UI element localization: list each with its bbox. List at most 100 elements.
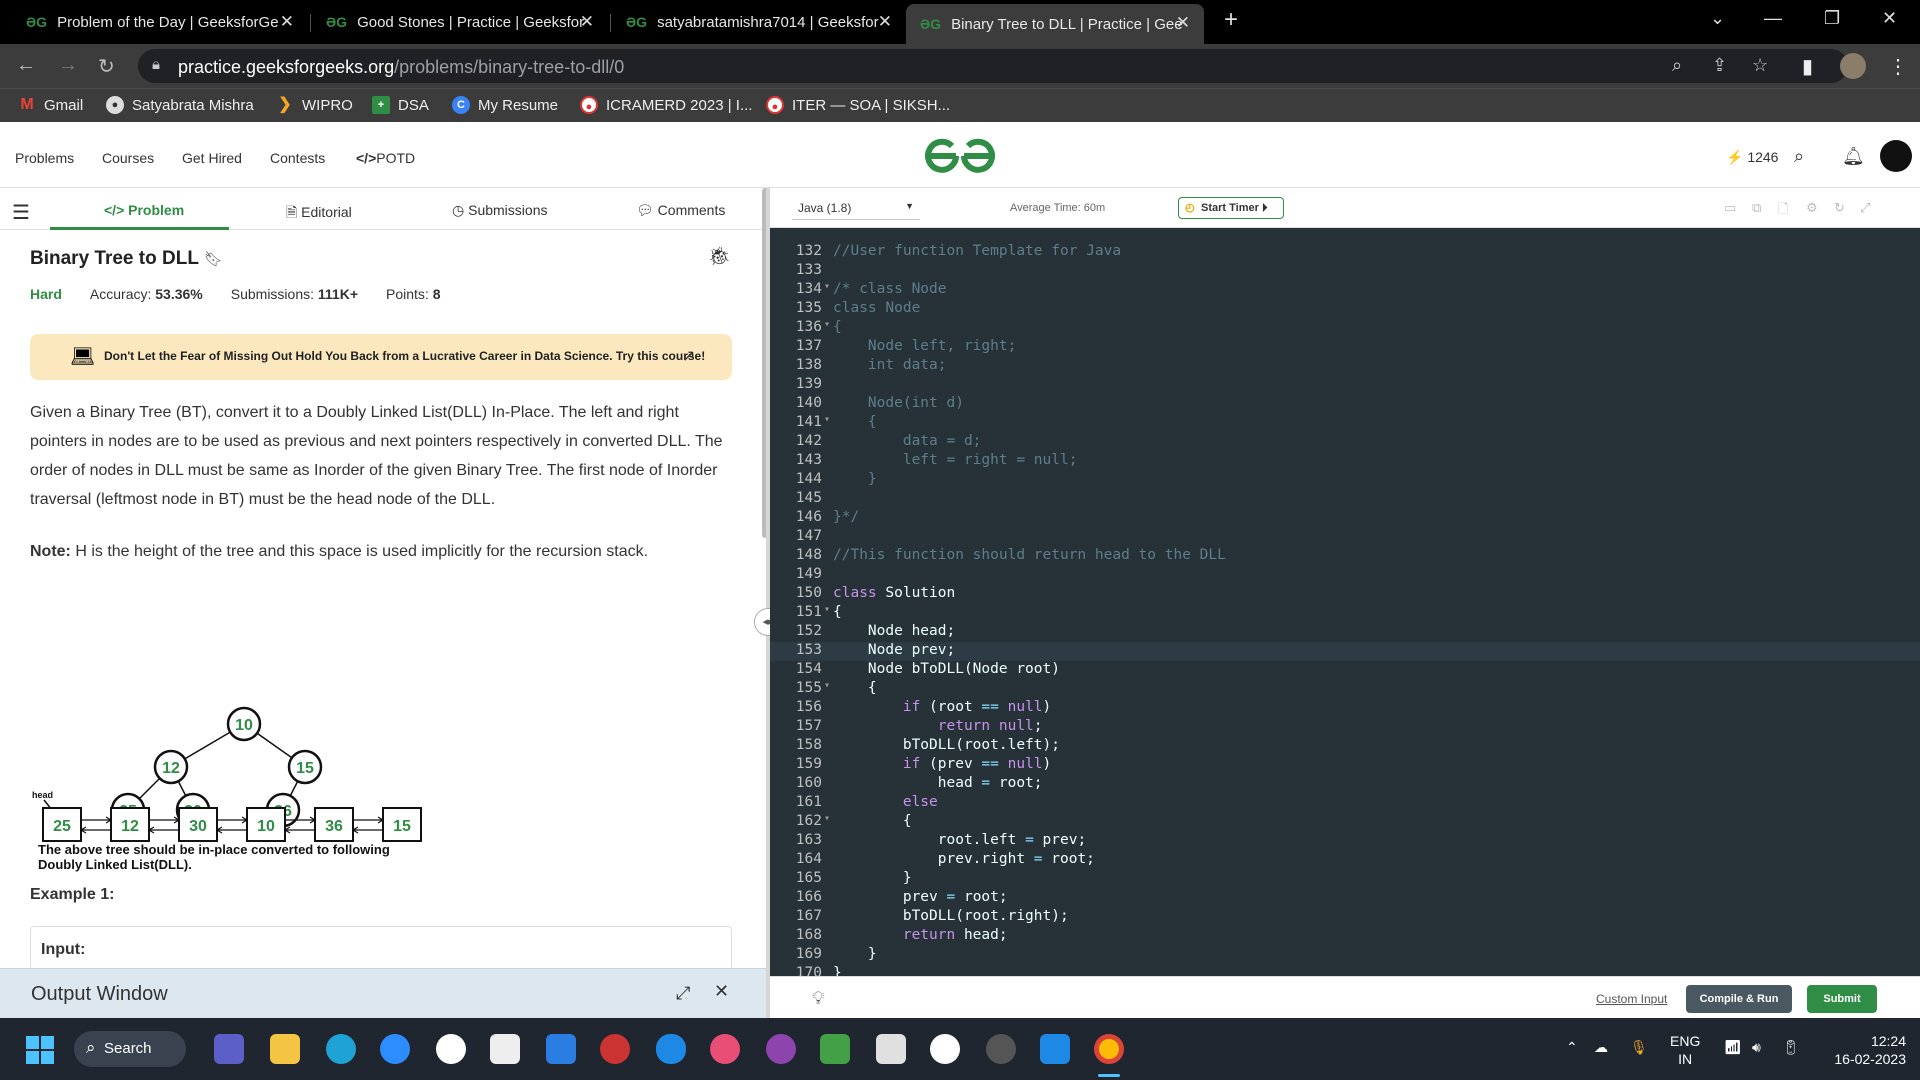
submit-button[interactable]: Submit xyxy=(1807,985,1877,1013)
code-line[interactable]: 150 class Solution xyxy=(770,585,1920,604)
bookmark-star-icon[interactable]: ☆ xyxy=(1752,55,1768,76)
bookmark-wipro[interactable]: ❯ WIPRO xyxy=(276,96,353,114)
compile-run-button[interactable]: Compile & Run xyxy=(1686,985,1792,1013)
back-icon[interactable]: ← xyxy=(16,54,36,77)
code-line[interactable]: 158 bToDLL(root.left); xyxy=(770,737,1920,756)
tab-search-icon[interactable]: ⌄ xyxy=(1710,8,1725,29)
chevron-up-icon[interactable]: ⌃ xyxy=(1566,1038,1578,1056)
code-line[interactable]: 135 class Node xyxy=(770,300,1920,319)
new-tab-icon[interactable]: + xyxy=(1224,6,1238,34)
close-tab-icon[interactable]: ✕ xyxy=(878,12,892,32)
mail-icon[interactable] xyxy=(546,1034,576,1064)
code-line[interactable]: 139 xyxy=(770,376,1920,395)
zoom-icon[interactable] xyxy=(380,1034,410,1064)
battery-icon[interactable]: 🔋︎ xyxy=(1782,1038,1800,1056)
code-line[interactable]: 170} xyxy=(770,965,1920,976)
app-icon[interactable] xyxy=(930,1034,960,1064)
code-editor[interactable]: 132//User function Template for Java 133 1… xyxy=(770,228,1920,976)
close-window-icon[interactable]: ✕ xyxy=(1882,8,1897,29)
microphone-icon[interactable]: 🎙︎ xyxy=(1630,1038,1648,1056)
code-line[interactable]: 147 xyxy=(770,528,1920,547)
eclipse-icon[interactable] xyxy=(986,1034,1016,1064)
code-line[interactable]: 166 prev = root; xyxy=(770,889,1920,908)
tab-problem[interactable]: </> Problem xyxy=(104,202,184,218)
forward-icon[interactable]: → xyxy=(58,54,78,77)
app-icon[interactable] xyxy=(436,1034,466,1064)
side-panel-icon[interactable]: ▮ xyxy=(1802,54,1813,79)
code-line[interactable]: 156 if (root == null) xyxy=(770,699,1920,718)
code-line[interactable]: 138 int data; xyxy=(770,357,1920,376)
file-explorer-icon[interactable] xyxy=(270,1034,300,1064)
nav-contests[interactable]: Contests xyxy=(270,150,325,166)
promo-banner[interactable]: 💻︎ Don't Let the Fear of Missing Out Hol… xyxy=(30,334,732,380)
code-line[interactable]: 142 data = d; xyxy=(770,433,1920,452)
restore-icon[interactable]: ❐ xyxy=(1824,8,1840,29)
teams-icon[interactable] xyxy=(214,1034,244,1064)
search-icon[interactable]: ⌕ xyxy=(1794,146,1804,167)
nav-potd[interactable]: </>POTD xyxy=(356,150,415,166)
file-icon[interactable]: 🗋︎ xyxy=(1778,200,1788,222)
code-line[interactable]: 141 ▾ { xyxy=(770,414,1920,433)
gfg-logo[interactable] xyxy=(922,134,998,178)
bell-icon[interactable]: 🔔︎ xyxy=(1842,146,1865,167)
user-avatar[interactable] xyxy=(1880,140,1912,172)
browser-tab[interactable]: ƏG Problem of the Day | GeeksforGe ✕ xyxy=(12,0,308,44)
code-line[interactable]: 132 //User function Template for Java xyxy=(770,243,1920,262)
code-line[interactable]: 137 Node left, right; xyxy=(770,338,1920,357)
theme-icon[interactable]: ▭ xyxy=(1724,200,1736,216)
code-line[interactable]: 155 ▾ { xyxy=(770,680,1920,699)
music-icon[interactable] xyxy=(710,1034,740,1064)
hamburger-menu-icon[interactable]: ☰ xyxy=(12,200,30,225)
code-line[interactable]: 162 ▾ { xyxy=(770,813,1920,832)
code-line[interactable]: 148 //This function should return head to… xyxy=(770,547,1920,566)
nav-courses[interactable]: Courses xyxy=(102,150,154,166)
share-icon[interactable]: ⇪ xyxy=(1712,55,1727,76)
settings-icon[interactable]: ⚙︎ xyxy=(1806,200,1818,216)
lightbulb-icon[interactable]: 💡︎ xyxy=(812,988,825,1009)
language-indicator[interactable]: ENG IN xyxy=(1670,1032,1700,1068)
nav-problems[interactable]: Problems xyxy=(15,150,74,166)
code-line[interactable]: 159 if (prev == null) xyxy=(770,756,1920,775)
code-line[interactable]: 143 left = right = null; xyxy=(770,452,1920,471)
close-tab-icon[interactable]: ✕ xyxy=(280,12,294,32)
fold-icon[interactable]: ▾ xyxy=(824,813,830,824)
code-line[interactable]: 136 ▾{ xyxy=(770,319,1920,338)
fullscreen-icon[interactable]: ⤢ xyxy=(1860,200,1870,216)
document-app-icon[interactable] xyxy=(876,1034,906,1064)
tab-comments[interactable]: 💬︎ Comments xyxy=(636,202,725,219)
bookmark-profile[interactable]: ● Satyabrata Mishra xyxy=(106,96,254,114)
edge-icon[interactable] xyxy=(326,1034,356,1064)
bookmark-icon[interactable]: 🔖︎ xyxy=(204,251,223,268)
streak-counter[interactable]: ⚡ 1246 xyxy=(1726,149,1778,166)
bookmark-gmail[interactable]: M Gmail xyxy=(18,96,83,114)
custom-input-link[interactable]: Custom Input xyxy=(1596,992,1667,1006)
code-line[interactable]: 149 xyxy=(770,566,1920,585)
tab-submissions[interactable]: ◷ Submissions xyxy=(452,202,547,219)
reload-icon[interactable]: ↻ xyxy=(98,54,115,79)
recorder-icon[interactable] xyxy=(600,1034,630,1064)
code-line[interactable]: 151 ▾{ xyxy=(770,604,1920,623)
code-line[interactable]: 167 bToDLL(root.right); xyxy=(770,908,1920,927)
bookmark-resume[interactable]: C My Resume xyxy=(452,96,558,114)
chrome-icon[interactable] xyxy=(1094,1034,1124,1064)
windows-start-icon[interactable] xyxy=(26,1036,54,1064)
start-timer-button[interactable]: ◴ Start Timer ⏵ xyxy=(1178,197,1284,219)
fold-icon[interactable]: ▾ xyxy=(824,319,830,330)
close-tab-icon[interactable]: ✕ xyxy=(1176,13,1190,33)
cloud-icon[interactable]: ☁ xyxy=(1594,1038,1608,1056)
tab-editorial[interactable]: 🗎 Editorial xyxy=(286,202,352,226)
code-line[interactable]: 168 return head; xyxy=(770,927,1920,946)
code-line[interactable]: 146}*/ xyxy=(770,509,1920,528)
code-line[interactable]: 164 prev.right = root; xyxy=(770,851,1920,870)
wifi-icon[interactable]: 📶︎ xyxy=(1724,1038,1742,1056)
code-line[interactable]: 165 } xyxy=(770,870,1920,889)
fold-icon[interactable]: ▾ xyxy=(824,281,830,292)
code-line[interactable]: 154 Node bToDLL(Node root) xyxy=(770,661,1920,680)
code-line[interactable]: 133 xyxy=(770,262,1920,281)
fold-icon[interactable]: ▾ xyxy=(824,680,830,691)
address-bar[interactable]: 🔒︎ practice.geeksforgeeks.org/problems/b… xyxy=(138,49,1848,83)
fold-icon[interactable]: ▾ xyxy=(824,414,830,425)
bookmark-icramerd[interactable]: ● ICRAMERD 2023 | I... xyxy=(580,96,752,114)
onedrive-icon[interactable] xyxy=(656,1034,686,1064)
close-tab-icon[interactable]: ✕ xyxy=(580,12,594,32)
